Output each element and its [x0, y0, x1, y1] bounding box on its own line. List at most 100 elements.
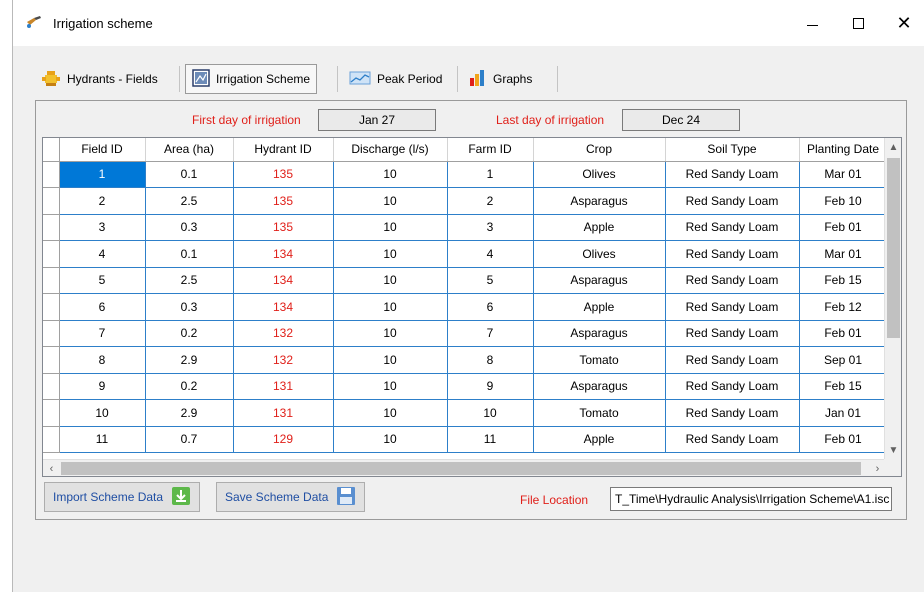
table-row[interactable]: 3 0.3 135 10 3 Apple Red Sandy Loam Feb 01 [43, 214, 888, 241]
maximize-button[interactable] [835, 0, 881, 46]
table-cell[interactable]: 0.3 [145, 293, 234, 321]
table-cell[interactable]: 134 [233, 293, 334, 321]
column-header[interactable]: Planting Date [799, 138, 888, 162]
table-row[interactable]: 2 2.5 135 10 2 Asparagus Red Sandy Loam Feb 10 [43, 187, 888, 215]
table-cell[interactable]: 10 [333, 214, 448, 241]
table-cell[interactable]: 10 [59, 399, 146, 427]
file-location-field[interactable]: T_Time\Hydraulic Analysis\Irrigation Sch… [610, 487, 892, 511]
table-row[interactable]: 7 0.2 132 10 7 Asparagus Red Sandy Loam Feb 01 [43, 320, 888, 347]
table-cell[interactable]: Feb 01 [799, 214, 888, 241]
scroll-left-button[interactable]: ‹ [43, 460, 60, 476]
table-cell[interactable]: Red Sandy Loam [665, 346, 800, 374]
column-header[interactable]: Soil Type [665, 138, 800, 162]
table-cell[interactable]: Red Sandy Loam [665, 426, 800, 453]
table-cell[interactable]: Asparagus [533, 373, 666, 400]
table-cell[interactable]: 2.9 [145, 399, 234, 427]
table-cell[interactable]: 0.7 [145, 426, 234, 453]
row-header[interactable] [43, 267, 60, 294]
table-cell[interactable]: 0.3 [145, 214, 234, 241]
table-row[interactable]: 5 2.5 134 10 5 Asparagus Red Sandy Loam Feb 15 [43, 267, 888, 294]
table-cell[interactable]: Feb 12 [799, 293, 888, 321]
row-header[interactable] [43, 399, 60, 427]
table-cell[interactable]: Mar 01 [799, 161, 888, 188]
table-row[interactable]: 10 2.9 131 10 10 Tomato Red Sandy Loam Jan 01 [43, 399, 888, 427]
column-header[interactable]: Area (ha) [145, 138, 234, 162]
table-cell[interactable]: Feb 10 [799, 187, 888, 215]
first-day-field[interactable]: Jan 27 [318, 109, 436, 131]
table-cell[interactable]: 10 [333, 320, 448, 347]
table-cell[interactable]: 5 [447, 267, 534, 294]
table-cell[interactable]: 7 [447, 320, 534, 347]
table-cell[interactable]: 131 [233, 373, 334, 400]
table-cell[interactable]: 10 [333, 240, 448, 268]
table-cell[interactable]: Red Sandy Loam [665, 187, 800, 215]
vertical-scrollbar[interactable]: ▲ ▼ [884, 138, 901, 459]
table-cell[interactable]: Red Sandy Loam [665, 240, 800, 268]
table-cell[interactable]: 3 [59, 214, 146, 241]
table-cell[interactable]: 129 [233, 426, 334, 453]
table-cell[interactable]: Apple [533, 214, 666, 241]
table-cell[interactable]: 10 [333, 346, 448, 374]
scroll-up-button[interactable]: ▲ [885, 138, 901, 156]
table-cell[interactable]: 3 [447, 214, 534, 241]
tab-peak-period[interactable]: Peak Period [343, 64, 448, 94]
table-cell[interactable]: Mar 01 [799, 240, 888, 268]
table-cell[interactable]: Red Sandy Loam [665, 373, 800, 400]
table-cell[interactable]: 8 [59, 346, 146, 374]
table-cell[interactable]: Asparagus [533, 187, 666, 215]
table-cell[interactable]: Asparagus [533, 320, 666, 347]
table-cell[interactable]: 1 [447, 161, 534, 188]
table-cell[interactable]: 132 [233, 346, 334, 374]
table-cell[interactable]: Tomato [533, 346, 666, 374]
table-cell[interactable]: Red Sandy Loam [665, 399, 800, 427]
horizontal-scroll-thumb[interactable] [61, 462, 861, 475]
table-row[interactable]: 6 0.3 134 10 6 Apple Red Sandy Loam Feb 12 [43, 293, 888, 321]
table-cell[interactable]: Feb 01 [799, 320, 888, 347]
table-cell[interactable]: 4 [447, 240, 534, 268]
table-cell[interactable]: 135 [233, 187, 334, 215]
table-cell[interactable]: 0.2 [145, 320, 234, 347]
table-cell[interactable]: 0.2 [145, 373, 234, 400]
table-cell[interactable]: 134 [233, 240, 334, 268]
vertical-scroll-thumb[interactable] [887, 158, 900, 338]
row-header[interactable] [43, 161, 60, 188]
table-cell[interactable]: 1 [59, 161, 146, 188]
table-cell[interactable]: Red Sandy Loam [665, 293, 800, 321]
table-cell[interactable]: 135 [233, 214, 334, 241]
table-cell[interactable]: 10 [333, 293, 448, 321]
table-cell[interactable]: 135 [233, 161, 334, 188]
table-row[interactable]: 11 0.7 129 10 11 Apple Red Sandy Loam Feb 01 [43, 426, 888, 453]
table-cell[interactable]: 10 [333, 161, 448, 188]
last-day-field[interactable]: Dec 24 [622, 109, 740, 131]
table-cell[interactable]: 2.5 [145, 267, 234, 294]
table-cell[interactable]: Red Sandy Loam [665, 214, 800, 241]
table-cell[interactable]: 9 [447, 373, 534, 400]
column-header[interactable]: Crop [533, 138, 666, 162]
table-cell[interactable]: 2 [59, 187, 146, 215]
table-cell[interactable]: 7 [59, 320, 146, 347]
table-cell[interactable]: 0.1 [145, 240, 234, 268]
table-cell[interactable]: 10 [333, 187, 448, 215]
table-cell[interactable]: Sep 01 [799, 346, 888, 374]
table-cell[interactable]: Feb 15 [799, 267, 888, 294]
column-header[interactable]: Field ID [59, 138, 146, 162]
table-cell[interactable]: 8 [447, 346, 534, 374]
column-header[interactable]: Farm ID [447, 138, 534, 162]
table-cell[interactable]: Feb 01 [799, 426, 888, 453]
table-cell[interactable]: 2.5 [145, 187, 234, 215]
table-cell[interactable]: Red Sandy Loam [665, 267, 800, 294]
table-cell[interactable]: 10 [333, 426, 448, 453]
table-cell[interactable]: Apple [533, 426, 666, 453]
table-cell[interactable]: 10 [447, 399, 534, 427]
row-header[interactable] [43, 320, 60, 347]
table-cell[interactable]: Tomato [533, 399, 666, 427]
table-cell[interactable]: 9 [59, 373, 146, 400]
table-cell[interactable]: Red Sandy Loam [665, 161, 800, 188]
close-button[interactable]: ✕ [881, 0, 924, 46]
table-cell[interactable]: 5 [59, 267, 146, 294]
column-header[interactable]: Discharge (l/s) [333, 138, 448, 162]
table-cell[interactable]: 10 [333, 267, 448, 294]
tab-graphs[interactable]: Graphs [463, 64, 538, 94]
table-cell[interactable]: 2 [447, 187, 534, 215]
table-cell[interactable]: 4 [59, 240, 146, 268]
